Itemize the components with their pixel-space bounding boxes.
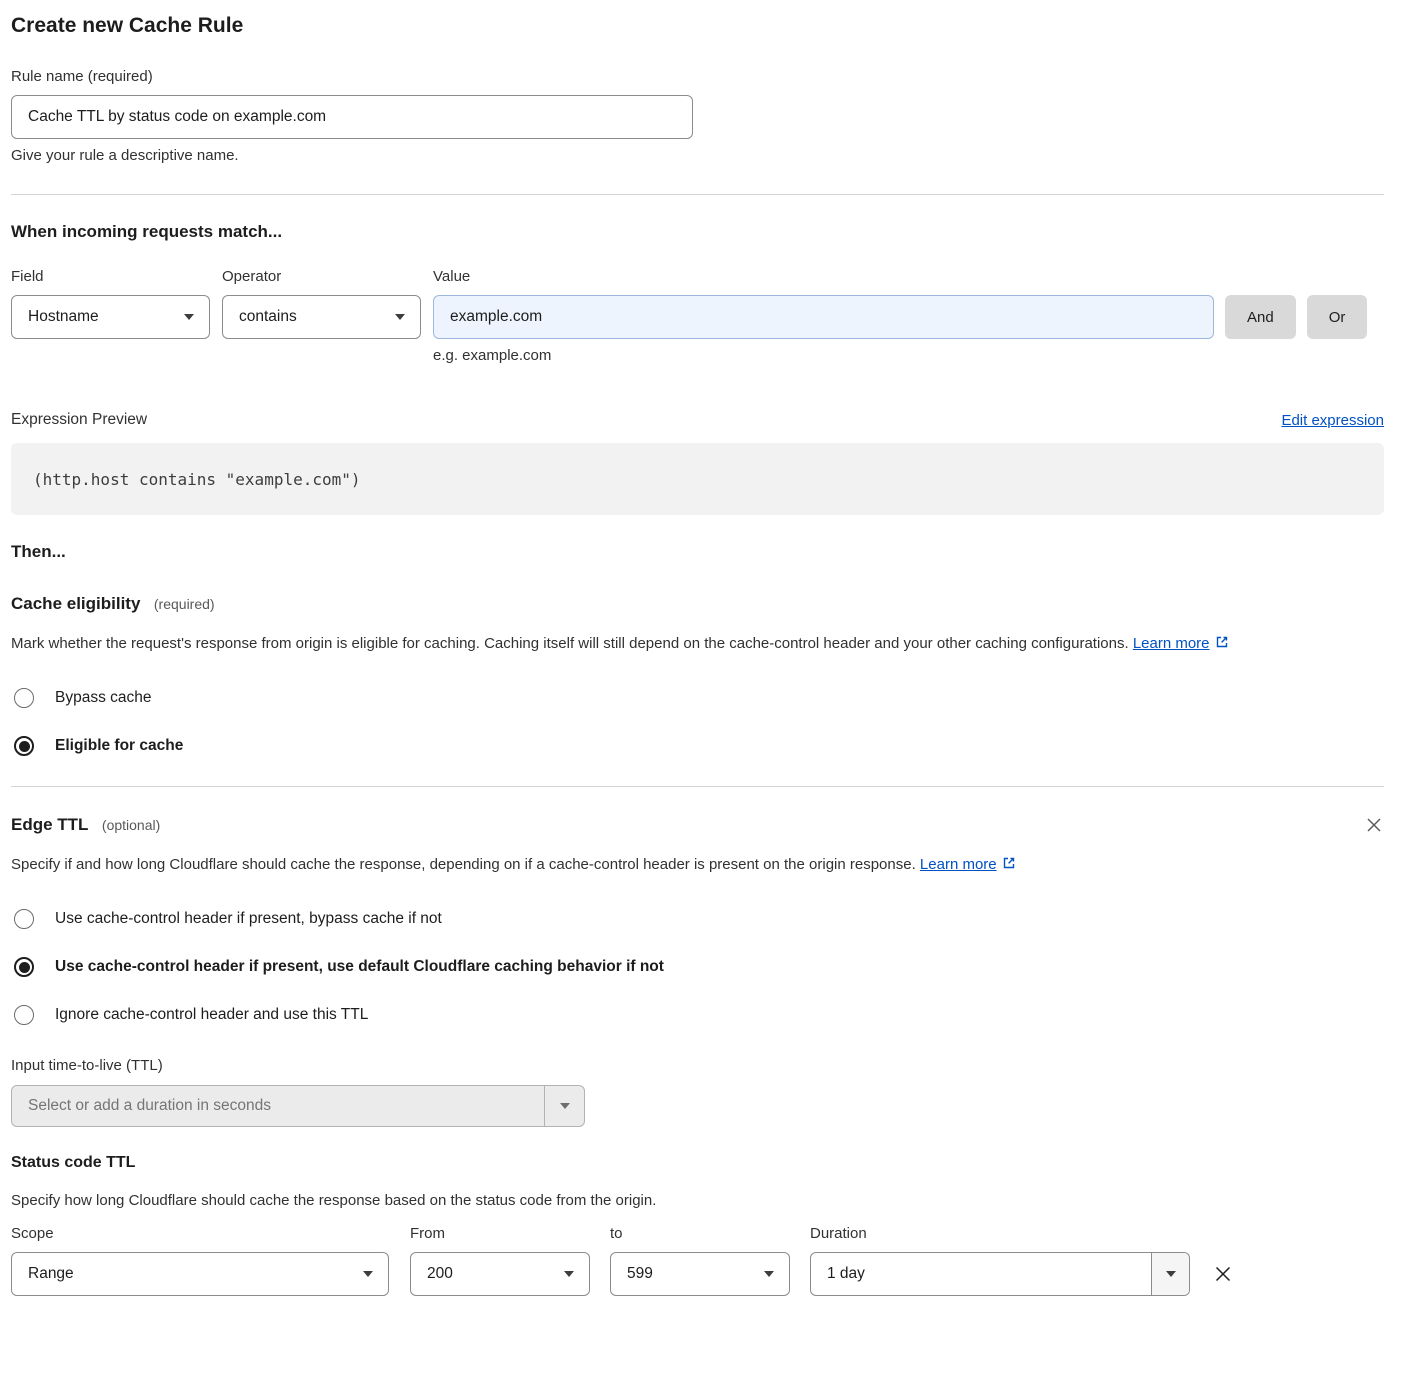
- radio-selected-icon: [14, 736, 34, 756]
- cache-eligibility-description: Mark whether the request's response from…: [11, 630, 1351, 658]
- scope-select-value: Range: [28, 1265, 74, 1283]
- radio-cache-control-default[interactable]: Use cache-control header if present, use…: [11, 957, 664, 977]
- section-divider: [11, 194, 1384, 195]
- ttl-duration-combobox: [11, 1085, 585, 1127]
- duration-input[interactable]: [811, 1253, 1151, 1295]
- page-title: Create new Cache Rule: [11, 14, 1384, 38]
- edit-expression-link[interactable]: Edit expression: [1281, 412, 1384, 429]
- ttl-input-label: Input time-to-live (TTL): [11, 1057, 1384, 1075]
- section-divider: [11, 786, 1384, 787]
- radio-cache-control-default-label: Use cache-control header if present, use…: [55, 958, 664, 976]
- rule-name-input[interactable]: [11, 95, 693, 139]
- edge-ttl-optional-label: (optional): [102, 817, 160, 833]
- radio-unselected-icon: [14, 1005, 34, 1025]
- close-icon: [1364, 815, 1384, 835]
- chevron-down-icon: [1166, 1271, 1176, 1277]
- expression-code-text: (http.host contains "example.com"): [33, 470, 361, 489]
- rule-name-label: Rule name (required): [11, 68, 693, 86]
- create-cache-rule-form: Create new Cache Rule Rule name (require…: [0, 0, 1412, 1326]
- operator-label: Operator: [222, 268, 421, 286]
- radio-cache-control-bypass[interactable]: Use cache-control header if present, byp…: [11, 909, 442, 929]
- close-edge-ttl-button[interactable]: [1364, 815, 1384, 835]
- value-hint: e.g. example.com: [433, 347, 1214, 364]
- ttl-duration-input[interactable]: [12, 1086, 544, 1126]
- ttl-dropdown-button[interactable]: [544, 1086, 584, 1126]
- then-heading: Then...: [11, 542, 1384, 562]
- duration-label: Duration: [810, 1225, 1190, 1243]
- radio-ignore-cache-control[interactable]: Ignore cache-control header and use this…: [11, 1005, 368, 1025]
- radio-cache-control-bypass-label: Use cache-control header if present, byp…: [55, 910, 442, 928]
- radio-ignore-cache-control-label: Ignore cache-control header and use this…: [55, 1006, 368, 1024]
- external-link-icon: [1214, 634, 1230, 650]
- chevron-down-icon: [184, 314, 194, 320]
- radio-eligible-for-cache-label: Eligible for cache: [55, 737, 183, 755]
- delete-icon: [1212, 1263, 1234, 1285]
- operator-select-value: contains: [239, 308, 297, 326]
- operator-select[interactable]: contains: [222, 295, 421, 339]
- cache-eligibility-heading: Cache eligibility: [11, 594, 140, 613]
- to-select-value: 599: [627, 1265, 653, 1283]
- field-select[interactable]: Hostname: [11, 295, 210, 339]
- remove-status-ttl-row-button[interactable]: [1212, 1263, 1234, 1285]
- from-select[interactable]: 200: [410, 1252, 590, 1296]
- cache-eligibility-learn-more-link[interactable]: Learn more: [1133, 635, 1230, 652]
- match-condition-row: Field Hostname Operator contains Value e…: [11, 268, 1384, 364]
- scope-label: Scope: [11, 1225, 389, 1243]
- chevron-down-icon: [395, 314, 405, 320]
- chevron-down-icon: [363, 1271, 373, 1277]
- rule-name-help: Give your rule a descriptive name.: [11, 147, 693, 164]
- radio-bypass-cache-label: Bypass cache: [55, 689, 152, 707]
- chevron-down-icon: [560, 1103, 570, 1109]
- radio-unselected-icon: [14, 688, 34, 708]
- and-button[interactable]: And: [1225, 295, 1296, 339]
- edge-ttl-description: Specify if and how long Cloudflare shoul…: [11, 851, 1121, 879]
- field-label: Field: [11, 268, 210, 286]
- to-label: to: [610, 1225, 790, 1243]
- radio-selected-icon: [14, 957, 34, 977]
- status-code-ttl-row: Scope Range From 200 to 599 Duration: [11, 1225, 1384, 1296]
- radio-eligible-for-cache[interactable]: Eligible for cache: [11, 736, 183, 756]
- edge-ttl-heading: Edge TTL: [11, 815, 88, 834]
- expression-preview-code: (http.host contains "example.com"): [11, 443, 1384, 515]
- or-button[interactable]: Or: [1307, 295, 1368, 339]
- cache-eligibility-required-label: (required): [154, 596, 215, 612]
- expression-preview-label: Expression Preview: [11, 411, 147, 429]
- chevron-down-icon: [764, 1271, 774, 1277]
- radio-unselected-icon: [14, 909, 34, 929]
- scope-select[interactable]: Range: [11, 1252, 389, 1296]
- status-code-ttl-description: Specify how long Cloudflare should cache…: [11, 1192, 1384, 1210]
- value-label: Value: [433, 268, 1214, 286]
- from-select-value: 200: [427, 1265, 453, 1283]
- radio-bypass-cache[interactable]: Bypass cache: [11, 688, 152, 708]
- duration-dropdown-button[interactable]: [1151, 1253, 1189, 1295]
- edge-ttl-learn-more-link[interactable]: Learn more: [920, 856, 1017, 873]
- to-select[interactable]: 599: [610, 1252, 790, 1296]
- match-heading: When incoming requests match...: [11, 222, 1384, 242]
- duration-combobox: [810, 1252, 1190, 1296]
- value-input[interactable]: [433, 295, 1214, 339]
- status-code-ttl-heading: Status code TTL: [11, 1154, 1384, 1172]
- field-select-value: Hostname: [28, 308, 99, 326]
- chevron-down-icon: [564, 1271, 574, 1277]
- external-link-icon: [1001, 855, 1017, 871]
- from-label: From: [410, 1225, 590, 1243]
